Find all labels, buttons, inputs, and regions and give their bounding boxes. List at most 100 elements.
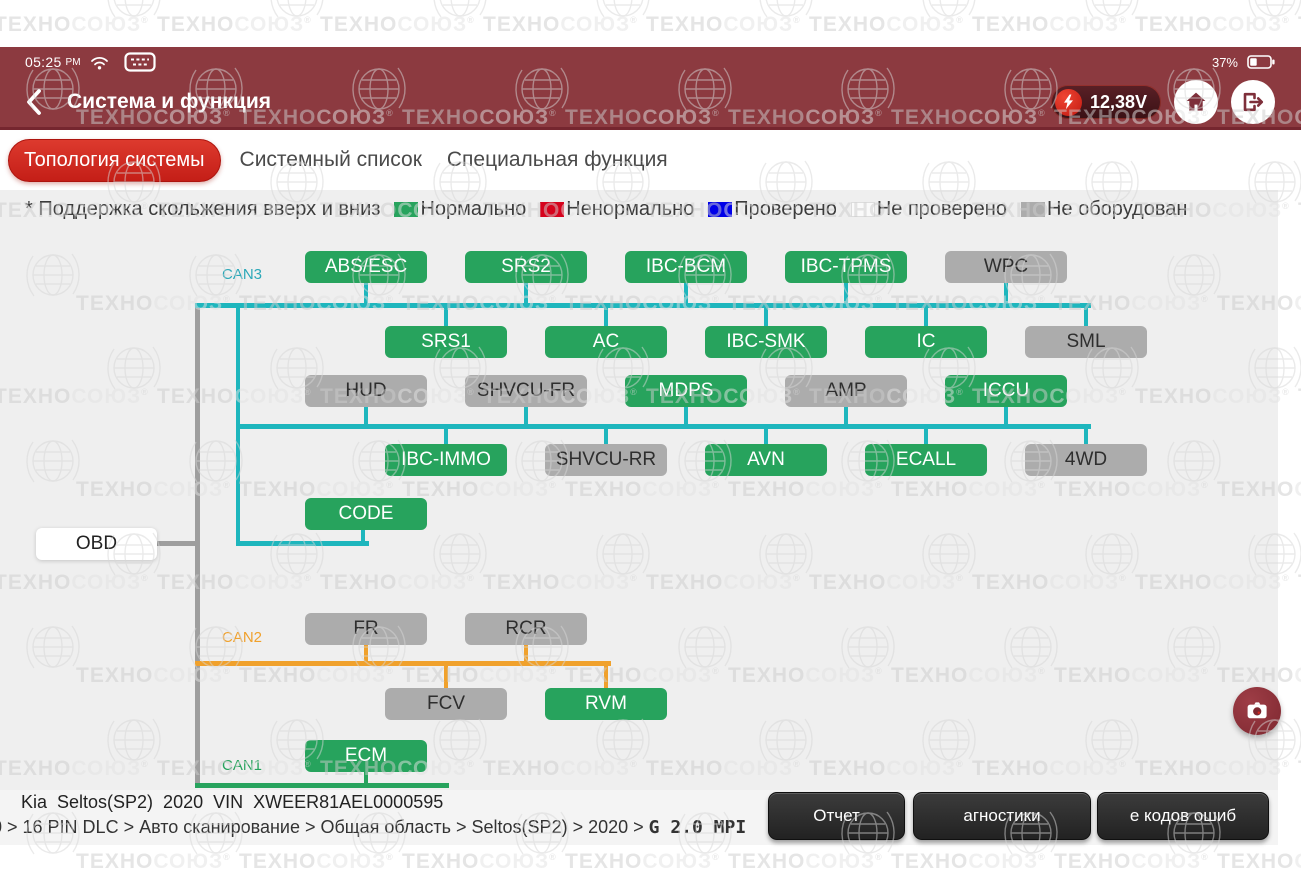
topology-node-rvm[interactable]: RVM <box>545 688 667 720</box>
topology-node-wpc[interactable]: WPC <box>945 251 1067 283</box>
connector-line <box>1004 407 1008 427</box>
legend-item: Не проверено <box>851 198 1007 221</box>
topology-node-ibc-tpms[interactable]: IBC-TPMS <box>785 251 907 283</box>
tab-2-item[interactable]: Специальная функция <box>441 148 674 172</box>
watermark-text: ТЕХНОСОЮЗ® <box>1135 13 1290 37</box>
bus-line-can2 <box>195 661 611 666</box>
obd-link-line <box>157 541 195 546</box>
connector-line <box>764 424 768 444</box>
topology-node-mdps[interactable]: MDPS <box>625 375 747 407</box>
tab-bar: Топология системы Системный список Специал… <box>0 130 1301 190</box>
topology-node-fcv[interactable]: FCV <box>385 688 507 720</box>
legend: * Поддержка скольжения вверх и вниз Норм… <box>25 198 1187 221</box>
breadcrumb-path: 0 > 16 PIN DLC > Авто сканирование > Общ… <box>0 817 649 837</box>
legend-swatch <box>851 202 875 217</box>
battery-icon <box>1247 55 1275 69</box>
legend-item: Ненормально <box>540 198 694 221</box>
status-time: 05:25 <box>25 54 62 70</box>
watermark-text: ТЕХНОСОЮЗ® <box>1054 850 1209 874</box>
legend-item: Не оборудован <box>1021 198 1187 221</box>
footer-button-1[interactable]: агностики <box>913 792 1091 840</box>
topology-node-srs2[interactable]: SRS2 <box>465 251 587 283</box>
topology-node-amp[interactable]: AMP <box>785 375 907 407</box>
wifi-icon <box>90 55 109 70</box>
lightning-icon <box>1055 89 1082 116</box>
bus-line-can1 <box>195 783 449 788</box>
legend-note: * Поддержка скольжения вверх и вниз <box>25 198 380 221</box>
connector-line <box>364 772 368 783</box>
voltage-value: 12,38V <box>1090 92 1147 113</box>
topology-node-code[interactable]: CODE <box>305 498 427 530</box>
voltage-badge: 12,38V <box>1051 85 1161 119</box>
page-title: Система и функция <box>67 90 1051 114</box>
watermark-text: ТЕХНОСОЮЗ® <box>76 850 231 874</box>
topology-node-srs1[interactable]: SRS1 <box>385 326 507 358</box>
topology-node-ecm[interactable]: ECM <box>305 740 427 772</box>
watermark-text: ТЕХНОСОЮЗ® <box>565 850 720 874</box>
globe-watermark-icon <box>266 0 328 32</box>
topology-node-ecall[interactable]: ECALL <box>865 444 987 476</box>
connector-line <box>604 661 608 688</box>
watermark-text: ТЕХНОСОЮЗ® <box>483 13 638 37</box>
topology-node-ic[interactable]: IC <box>865 326 987 358</box>
topology-node-avn[interactable]: AVN <box>705 444 827 476</box>
topology-node-ibc-smk[interactable]: IBC-SMK <box>705 326 827 358</box>
globe-watermark-icon <box>429 0 491 32</box>
connector-line <box>844 407 848 427</box>
topology-node-fr[interactable]: FR <box>305 613 427 645</box>
connector-line <box>764 303 768 326</box>
legend-swatch <box>540 202 564 217</box>
bus-label-can3: CAN3 <box>222 266 262 283</box>
topology-node-4wd[interactable]: 4WD <box>1025 444 1147 476</box>
legend-item: Нормально <box>394 198 526 221</box>
code-drop-line <box>361 530 365 543</box>
connector-line <box>924 424 928 444</box>
topology-node-iccu[interactable]: ICCU <box>945 375 1067 407</box>
topology-node-shvcu-rr[interactable]: SHVCU-RR <box>545 444 667 476</box>
screen: 05:25 PM 37% Система и функция <box>0 0 1301 894</box>
connector-line <box>444 661 448 688</box>
home-button[interactable] <box>1174 80 1218 124</box>
watermark-text: ТЕХНОСОЮЗ® <box>972 13 1127 37</box>
topology-node-sml[interactable]: SML <box>1025 326 1147 358</box>
topology-node-abs-esc[interactable]: ABS/ESC <box>305 251 427 283</box>
topology-node-shvcu-fr[interactable]: SHVCU-FR <box>465 375 587 407</box>
legend-label: Ненормально <box>566 198 694 221</box>
breadcrumb: 0 > 16 PIN DLC > Авто сканирование > Общ… <box>0 817 746 838</box>
connector-line <box>364 283 368 306</box>
topology-node-ibc-immo[interactable]: IBC-IMMO <box>385 444 507 476</box>
connector-line <box>364 407 368 427</box>
watermark-text: ТЕХНОСОЮЗ® <box>0 13 149 37</box>
tab-1-item[interactable]: Системный список <box>234 148 428 172</box>
obd-connector-icon <box>124 51 156 73</box>
connector-line <box>364 645 368 661</box>
footer-button-2[interactable]: е кодов ошиб <box>1097 792 1269 840</box>
connector-line <box>524 407 528 427</box>
legend-label: Нормально <box>420 198 526 221</box>
tab-0-item[interactable]: Топология системы <box>8 139 221 182</box>
topology-node-rcr[interactable]: RCR <box>465 613 587 645</box>
bus-label-can1: CAN1 <box>222 757 262 774</box>
topology-node-hud[interactable]: HUD <box>305 375 427 407</box>
topology-node-obd: OBD <box>36 528 157 560</box>
topology-node-ac[interactable]: AC <box>545 326 667 358</box>
globe-watermark-icon <box>1244 0 1301 32</box>
connector-line <box>604 303 608 326</box>
watermark-text: ТЕХНОСОЮЗ® <box>320 13 475 37</box>
app-header: 05:25 PM 37% Система и функция <box>0 47 1301 130</box>
footer-button-0[interactable]: Отчет <box>768 792 905 840</box>
topology-node-ibc-bcm[interactable]: IBC-BCM <box>625 251 747 283</box>
watermark-text: ТЕХНОСОЮЗ® <box>402 850 557 874</box>
globe-watermark-icon <box>918 0 980 32</box>
exit-button[interactable] <box>1231 80 1275 124</box>
battery-percent: 37% <box>1212 55 1238 70</box>
screenshot-button[interactable] <box>1233 687 1281 735</box>
watermark-text: ТЕХНОСОЮЗ® <box>239 850 394 874</box>
watermark-text: ТЕХНОСОЮЗ® <box>891 850 1046 874</box>
connector-line <box>444 424 448 444</box>
connector-line <box>1004 283 1008 306</box>
watermark-text: ТЕХНОСОЮЗ® <box>646 13 801 37</box>
legend-label: Проверено <box>734 198 837 221</box>
back-button[interactable] <box>25 87 51 117</box>
watermark-text: ТЕХНОСОЮЗ® <box>728 850 883 874</box>
